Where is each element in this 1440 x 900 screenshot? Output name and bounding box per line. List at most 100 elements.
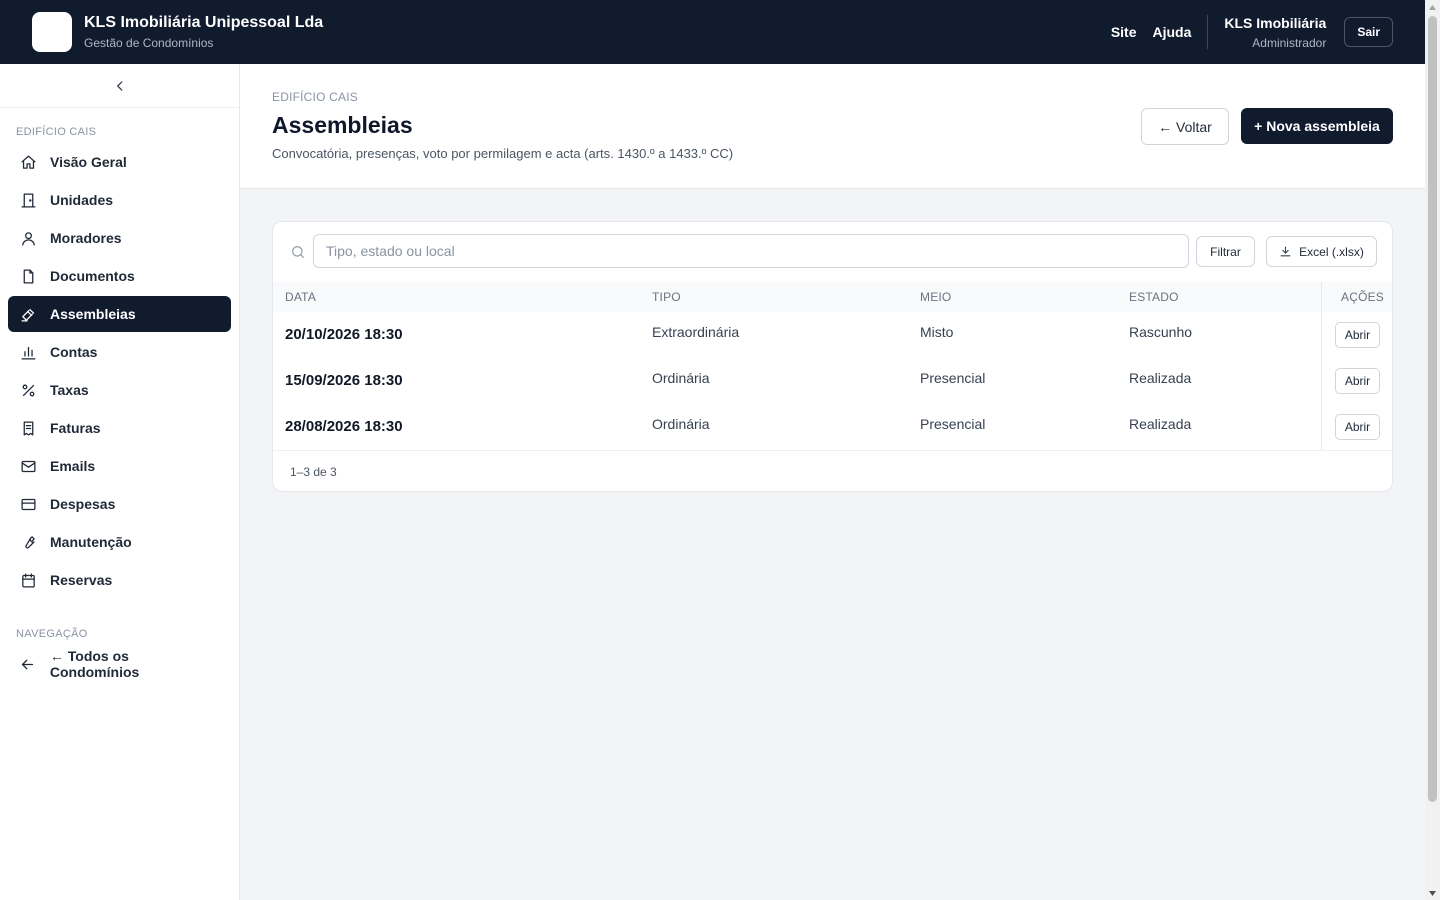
sidebar-item-label: Moradores: [50, 230, 122, 246]
sidebar-item-faturas[interactable]: Faturas: [8, 410, 231, 446]
cell-type: Ordinária: [652, 416, 710, 432]
open-button[interactable]: Abrir: [1335, 414, 1380, 440]
actions-column-divider: [1321, 312, 1322, 358]
column-header-date[interactable]: DATA: [285, 290, 316, 304]
new-assembly-button[interactable]: + Nova assembleia: [1241, 108, 1393, 144]
divider: [1207, 15, 1209, 49]
sidebar-item-label: Manutenção: [50, 534, 132, 550]
column-header-actions: AÇÕES: [1341, 290, 1385, 304]
sidebar-item-reservas[interactable]: Reservas: [8, 562, 231, 598]
credit-card-icon: [18, 494, 38, 514]
top-bar: KLS Imobiliária Unipessoal Lda Gestão de…: [0, 0, 1425, 64]
scroll-down-arrow-icon[interactable]: [1425, 886, 1440, 900]
page-scrollbar[interactable]: [1425, 0, 1440, 900]
sidebar-item-manutencao[interactable]: Manutenção: [8, 524, 231, 560]
scroll-up-arrow-icon[interactable]: [1425, 0, 1440, 14]
search-input[interactable]: [313, 234, 1189, 268]
door-icon: [18, 190, 38, 210]
assemblies-card: Filtrar Excel (.xlsx) DATA TIPO MEIO EST…: [272, 221, 1393, 492]
cell-date: 20/10/2026 18:30: [285, 326, 403, 343]
site-link[interactable]: Site: [1111, 24, 1137, 40]
sidebar-item-label: Visão Geral: [50, 154, 127, 170]
pagination-info: 1–3 de 3: [290, 465, 337, 479]
wrench-icon: [18, 532, 38, 552]
collapse-sidebar-button[interactable]: [0, 64, 239, 108]
cell-medium: Presencial: [920, 370, 986, 386]
sidebar-item-assembleias[interactable]: Assembleias: [8, 296, 231, 332]
user-role: Administrador: [1252, 35, 1327, 50]
sidebar-item-visao-geral[interactable]: Visão Geral: [8, 144, 231, 180]
table-row[interactable]: 15/09/2026 18:30 Ordinária Presencial Re…: [273, 358, 1392, 404]
chevron-left-icon: [116, 80, 122, 91]
column-header-type[interactable]: TIPO: [652, 290, 681, 304]
scrollbar-thumb[interactable]: [1428, 16, 1437, 802]
cell-type: Extraordinária: [652, 324, 740, 340]
sidebar: EDIFÍCIO CAIS Visão Geral Unidades Morad…: [0, 64, 240, 900]
column-header-status[interactable]: ESTADO: [1129, 290, 1179, 304]
back-button[interactable]: ← Voltar: [1141, 108, 1229, 145]
cell-date: 28/08/2026 18:30: [285, 418, 403, 435]
help-link[interactable]: Ajuda: [1153, 24, 1192, 40]
gavel-icon: [18, 304, 38, 324]
breadcrumb: EDIFÍCIO CAIS: [272, 90, 358, 104]
sidebar-item-label: Assembleias: [50, 306, 136, 322]
sidebar-item-all-condos[interactable]: ← Todos os Condomínios: [8, 646, 231, 682]
open-button[interactable]: Abrir: [1335, 322, 1380, 348]
page-title: Assembleias: [272, 112, 413, 138]
open-button[interactable]: Abrir: [1335, 368, 1380, 394]
arrow-left-icon: [18, 654, 38, 674]
table-header: DATA TIPO MEIO ESTADO AÇÕES: [273, 282, 1392, 312]
actions-column-divider: [1321, 358, 1322, 404]
cell-status: Rascunho: [1129, 324, 1193, 340]
sidebar-item-label: Documentos: [50, 268, 135, 284]
sidebar-section-building: EDIFÍCIO CAIS: [16, 126, 97, 138]
bar-chart-icon: [18, 342, 38, 362]
user-name: KLS Imobiliária: [1224, 14, 1327, 31]
user-icon: [18, 228, 38, 248]
actions-column-divider: [1321, 282, 1322, 312]
home-icon: [18, 152, 38, 172]
file-icon: [18, 266, 38, 286]
table-row[interactable]: 28/08/2026 18:30 Ordinária Presencial Re…: [273, 404, 1392, 450]
receipt-icon: [18, 418, 38, 438]
sidebar-item-label: Faturas: [50, 420, 101, 436]
sidebar-item-unidades[interactable]: Unidades: [8, 182, 231, 218]
cell-medium: Presencial: [920, 416, 986, 432]
brand: KLS Imobiliária Unipessoal Lda Gestão de…: [84, 13, 323, 51]
table-row[interactable]: 20/10/2026 18:30 Extraordinária Misto Ra…: [273, 312, 1392, 358]
sidebar-item-moradores[interactable]: Moradores: [8, 220, 231, 256]
sidebar-item-contas[interactable]: Contas: [8, 334, 231, 370]
download-icon: [1280, 246, 1291, 257]
sidebar-item-documentos[interactable]: Documentos: [8, 258, 231, 294]
table-footer: 1–3 de 3: [273, 450, 1392, 491]
company-name: KLS Imobiliária Unipessoal Lda: [84, 14, 324, 31]
logout-button[interactable]: Sair: [1344, 17, 1393, 47]
sidebar-section-navigation: NAVEGAÇÃO: [16, 628, 88, 640]
cell-medium: Misto: [920, 324, 954, 340]
sidebar-item-emails[interactable]: Emails: [8, 448, 231, 484]
user-info: KLS Imobiliária Administrador: [1224, 14, 1326, 51]
column-header-medium[interactable]: MEIO: [920, 290, 951, 304]
filter-button[interactable]: Filtrar: [1196, 236, 1255, 267]
cell-date: 15/09/2026 18:30: [285, 372, 403, 389]
page-description: Convocatória, presenças, voto por permil…: [272, 146, 734, 161]
actions-column-divider: [1321, 404, 1322, 450]
sidebar-item-label: Taxas: [50, 382, 89, 398]
mail-icon: [18, 456, 38, 476]
cell-status: Realizada: [1129, 370, 1192, 386]
percent-icon: [18, 380, 38, 400]
cell-type: Ordinária: [652, 370, 710, 386]
top-right-actions: Site Ajuda KLS Imobiliária Administrador…: [1095, 14, 1393, 51]
sidebar-item-taxas[interactable]: Taxas: [8, 372, 231, 408]
app-subtitle: Gestão de Condomínios: [84, 36, 214, 50]
sidebar-item-label: ← Todos os Condomínios: [49, 648, 140, 680]
sidebar-item-label: Unidades: [50, 192, 114, 208]
export-excel-button[interactable]: Excel (.xlsx): [1266, 236, 1377, 267]
sidebar-item-label: Despesas: [50, 496, 116, 512]
cell-status: Realizada: [1129, 416, 1192, 432]
sidebar-item-label: Emails: [50, 458, 96, 474]
company-logo[interactable]: [32, 12, 72, 52]
sidebar-item-despesas[interactable]: Despesas: [8, 486, 231, 522]
export-excel-label: Excel (.xlsx): [1299, 244, 1364, 259]
sidebar-item-label: Contas: [50, 344, 98, 360]
